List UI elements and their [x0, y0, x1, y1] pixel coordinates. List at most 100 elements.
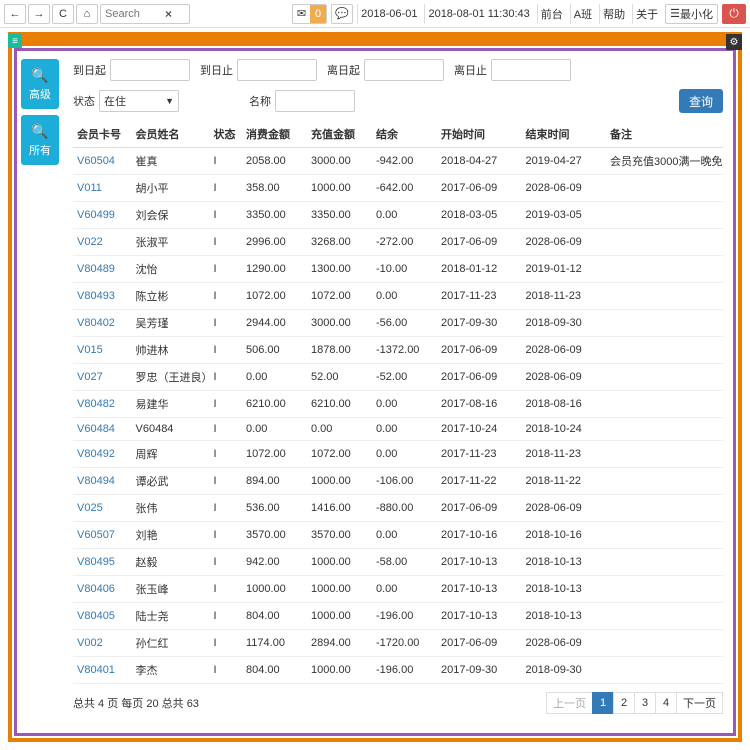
table-cell[interactable]: V80494 — [73, 468, 132, 495]
table-cell: I — [210, 391, 243, 418]
advanced-search-button[interactable]: 🔍 高级 — [21, 59, 59, 109]
table-cell[interactable]: V80402 — [73, 310, 132, 337]
page-4-button[interactable]: 4 — [655, 692, 677, 714]
content-frame: ≡ ⚙ 🔍 高级 🔍 所有 到日起 到日止 — [8, 32, 742, 742]
page-1-button[interactable]: 1 — [592, 692, 614, 714]
table-row[interactable]: V80402吴芳瑾I2944.003000.00-56.002017-09-30… — [73, 310, 723, 337]
status-select[interactable]: 在住 ▼ — [99, 90, 179, 112]
about-link[interactable]: 关于 — [632, 4, 661, 24]
table-row[interactable]: V80495赵毅I942.001000.00-58.002017-10-1320… — [73, 549, 723, 576]
table-cell[interactable]: V80406 — [73, 576, 132, 603]
menu-toggle-icon[interactable]: ≡ — [8, 34, 22, 48]
table-cell[interactable]: V027 — [73, 364, 132, 391]
forward-button[interactable]: → — [28, 4, 50, 24]
table-cell: 1072.00 — [307, 441, 372, 468]
table-row[interactable]: V025张伟I536.001416.00-880.002017-06-09202… — [73, 495, 723, 522]
column-header[interactable]: 开始时间 — [437, 121, 522, 148]
table-cell: I — [210, 522, 243, 549]
table-row[interactable]: V80482易建华I6210.006210.000.002017-08-1620… — [73, 391, 723, 418]
power-button[interactable]: ⏻ — [722, 4, 746, 24]
column-header[interactable]: 状态 — [210, 121, 243, 148]
home-button[interactable]: ⌂ — [76, 4, 98, 24]
table-row[interactable]: V022张淑平I2996.003268.00-272.002017-06-092… — [73, 229, 723, 256]
table-row[interactable]: V011胡小平I358.001000.00-642.002017-06-0920… — [73, 175, 723, 202]
table-row[interactable]: V80401李杰I804.001000.00-196.002017-09-302… — [73, 657, 723, 684]
table-cell[interactable]: V025 — [73, 495, 132, 522]
refresh-button[interactable]: C — [52, 4, 74, 24]
table-cell[interactable]: V80495 — [73, 549, 132, 576]
table-row[interactable]: V60484V60484I0.000.000.002017-10-242018-… — [73, 418, 723, 441]
table-row[interactable]: V60504崔真I2058.003000.00-942.002018-04-27… — [73, 148, 723, 175]
table-row[interactable]: V015帅进林I506.001878.00-1372.002017-06-092… — [73, 337, 723, 364]
all-search-button[interactable]: 🔍 所有 — [21, 115, 59, 165]
column-header[interactable]: 备注 — [606, 121, 723, 148]
table-cell: 1000.00 — [307, 549, 372, 576]
leave-from-input[interactable] — [364, 59, 444, 81]
table-cell: 0.00 — [372, 283, 437, 310]
column-header[interactable]: 会员姓名 — [132, 121, 210, 148]
member-table: 会员卡号会员姓名状态消费金额充值金额结余开始时间结束时间备注 V60504崔真I… — [73, 121, 723, 684]
table-cell[interactable]: V011 — [73, 175, 132, 202]
table-cell[interactable]: V60507 — [73, 522, 132, 549]
table-cell[interactable]: V015 — [73, 337, 132, 364]
table-cell: -196.00 — [372, 657, 437, 684]
table-row[interactable]: V002孙仁红I1174.002894.00-1720.002017-06-09… — [73, 630, 723, 657]
clear-search-icon[interactable]: × — [165, 7, 172, 21]
table-footer: 总共 4 页 每页 20 总共 63 上一页1234下一页 — [73, 692, 723, 714]
table-cell — [606, 468, 723, 495]
table-cell: 陈立彬 — [132, 283, 210, 310]
table-cell[interactable]: V80493 — [73, 283, 132, 310]
table-cell[interactable]: V60504 — [73, 148, 132, 175]
table-row[interactable]: V80492周辉I1072.001072.000.002017-11-23201… — [73, 441, 723, 468]
column-header[interactable]: 结余 — [372, 121, 437, 148]
table-cell: 谭必武 — [132, 468, 210, 495]
page-2-button[interactable]: 2 — [613, 692, 635, 714]
table-cell — [606, 391, 723, 418]
column-header[interactable]: 充值金额 — [307, 121, 372, 148]
table-cell[interactable]: V60499 — [73, 202, 132, 229]
table-cell[interactable]: V80489 — [73, 256, 132, 283]
column-header[interactable]: 会员卡号 — [73, 121, 132, 148]
minimize-button[interactable]: ☰ 最小化 — [665, 4, 718, 24]
table-cell — [606, 657, 723, 684]
column-header[interactable]: 消费金额 — [242, 121, 307, 148]
table-row[interactable]: V80494谭必武I894.001000.00-106.002017-11-22… — [73, 468, 723, 495]
name-input[interactable] — [275, 90, 355, 112]
table-row[interactable]: V80406张玉峰I1000.001000.000.002017-10-1320… — [73, 576, 723, 603]
topbar-right: ✉ 0 💬 2018-06-01 2018-08-01 11:30:43 前台 … — [292, 4, 746, 24]
arrive-from-label: 到日起 — [73, 62, 106, 78]
table-row[interactable]: V80405陆士尧I804.001000.00-196.002017-10-13… — [73, 603, 723, 630]
table-cell[interactable]: V80405 — [73, 603, 132, 630]
table-row[interactable]: V80489沈怡I1290.001300.00-10.002018-01-122… — [73, 256, 723, 283]
back-button[interactable]: ← — [4, 4, 26, 24]
name-label: 名称 — [249, 93, 271, 109]
mail-badge[interactable]: ✉ 0 — [292, 4, 327, 24]
table-cell: -56.00 — [372, 310, 437, 337]
column-header[interactable]: 结束时间 — [522, 121, 607, 148]
leave-to-input[interactable] — [491, 59, 571, 81]
table-row[interactable]: V60499刘会保I3350.003350.000.002018-03-0520… — [73, 202, 723, 229]
search-input[interactable] — [105, 8, 165, 20]
table-cell[interactable]: V002 — [73, 630, 132, 657]
front-link[interactable]: 前台 — [537, 4, 566, 24]
shift-link[interactable]: A班 — [570, 4, 595, 24]
table-cell[interactable]: V60484 — [73, 418, 132, 441]
table-cell[interactable]: V022 — [73, 229, 132, 256]
table-cell: 1000.00 — [242, 576, 307, 603]
table-row[interactable]: V80493陈立彬I1072.001072.000.002017-11-2320… — [73, 283, 723, 310]
arrive-to-input[interactable] — [237, 59, 317, 81]
query-button[interactable]: 查询 — [679, 89, 723, 113]
table-row[interactable]: V027罗忠（王进良）I0.0052.00-52.002017-06-09202… — [73, 364, 723, 391]
arrive-from-input[interactable] — [110, 59, 190, 81]
page-3-button[interactable]: 3 — [634, 692, 656, 714]
help-link[interactable]: 帮助 — [599, 4, 628, 24]
settings-gear-icon[interactable]: ⚙ — [726, 34, 742, 50]
table-cell[interactable]: V80492 — [73, 441, 132, 468]
filter-row-1: 到日起 到日止 离日起 离日止 — [73, 59, 723, 81]
table-cell[interactable]: V80482 — [73, 391, 132, 418]
table-row[interactable]: V60507刘艳I3570.003570.000.002017-10-16201… — [73, 522, 723, 549]
next-page-button[interactable]: 下一页 — [676, 692, 723, 714]
prev-page-button[interactable]: 上一页 — [546, 692, 593, 714]
chat-icon[interactable]: 💬 — [331, 4, 353, 24]
table-cell[interactable]: V80401 — [73, 657, 132, 684]
